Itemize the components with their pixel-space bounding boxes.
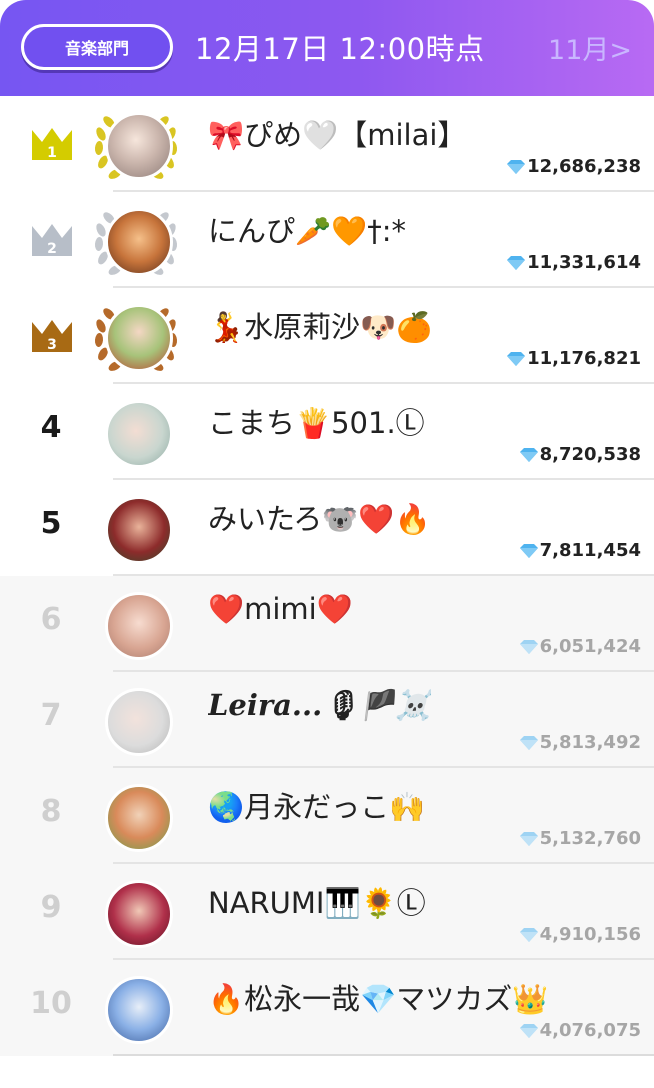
rank-number: 10 xyxy=(30,986,72,1021)
diamond-icon xyxy=(519,831,538,846)
ranking-row[interactable]: 10 🔥松永一哉💎マツカズ👑 4,076,075 xyxy=(0,960,654,1056)
diamond-icon xyxy=(519,447,538,462)
ranking-row[interactable]: 3 💃水原莉沙🐶🍊 11,176,821 xyxy=(0,288,654,384)
ranking-row[interactable]: 4 こまち🍟501.Ⓛ 8,720,538 xyxy=(0,384,654,480)
rank-number: 6 xyxy=(40,602,62,637)
rank-number: 1 xyxy=(47,145,57,161)
rank-number: 2 xyxy=(47,241,57,257)
streamer-name[interactable]: 🌏月永だっこ🙌 xyxy=(208,784,425,826)
ranking-row[interactable]: 1 🎀ぴめ🤍【milai】 12,686,238 xyxy=(0,96,654,192)
ranking-list: 1 🎀ぴめ🤍【milai】 12,686,238 2 にんぴ🥕🧡†:* 11,3… xyxy=(0,96,654,1056)
score-value: 5,813,492 xyxy=(539,732,641,753)
avatar[interactable] xyxy=(91,394,185,480)
avatar-photo xyxy=(105,112,173,180)
ranking-row[interactable]: 9 NARUMI🎹🌻Ⓛ 4,910,156 xyxy=(0,864,654,960)
streamer-name[interactable]: にんぴ🥕🧡†:* xyxy=(208,208,406,250)
streamer-name[interactable]: みいたろ🐨❤️🔥 xyxy=(208,496,431,538)
score-value: 7,811,454 xyxy=(539,540,641,561)
diamond-icon xyxy=(519,639,538,654)
score-value: 12,686,238 xyxy=(527,156,641,177)
diamond-icon xyxy=(507,159,526,174)
avatar-photo xyxy=(105,400,173,468)
rank-number: 3 xyxy=(47,337,57,353)
avatar-photo xyxy=(105,208,173,276)
avatar[interactable] xyxy=(91,778,185,864)
score: 8,720,538 xyxy=(519,444,641,465)
rank-number: 7 xyxy=(40,698,62,733)
score-value: 5,132,760 xyxy=(539,828,641,849)
avatar-photo xyxy=(105,496,173,564)
ranking-row[interactable]: 6 ❤️mimi❤️ 6,051,424 xyxy=(0,576,654,672)
score: 11,176,821 xyxy=(507,348,641,369)
date-title: 12月17日 12:00時点 xyxy=(195,32,485,66)
score-value: 8,720,538 xyxy=(539,444,641,465)
avatar[interactable] xyxy=(91,490,185,576)
avatar-photo xyxy=(105,304,173,372)
avatar[interactable] xyxy=(91,874,185,960)
diamond-icon xyxy=(519,927,538,942)
ranking-row[interactable]: 7 Leira...🎙🏴☠️ 5,813,492 xyxy=(0,672,654,768)
score-value: 11,176,821 xyxy=(527,348,641,369)
avatar-photo xyxy=(105,784,173,852)
silver-crown-icon: 2 xyxy=(32,224,72,257)
avatar-photo xyxy=(105,976,173,1044)
score: 5,813,492 xyxy=(519,732,641,753)
ranking-row[interactable]: 8 🌏月永だっこ🙌 5,132,760 xyxy=(0,768,654,864)
score-value: 11,331,614 xyxy=(527,252,641,273)
streamer-name[interactable]: 🔥松永一哉💎マツカズ👑 xyxy=(208,976,548,1018)
score: 6,051,424 xyxy=(519,636,641,657)
avatar[interactable] xyxy=(91,106,185,192)
ranking-header: 音楽部門 12月17日 12:00時点 11月> xyxy=(0,0,654,96)
streamer-name[interactable]: 🎀ぴめ🤍【milai】 xyxy=(208,112,466,154)
diamond-icon xyxy=(507,351,526,366)
rank-number: 8 xyxy=(40,794,62,829)
score: 5,132,760 xyxy=(519,828,641,849)
score: 7,811,454 xyxy=(519,540,641,561)
score: 4,076,075 xyxy=(519,1020,641,1041)
score: 11,331,614 xyxy=(507,252,641,273)
avatar[interactable] xyxy=(91,586,185,672)
streamer-name[interactable]: 💃水原莉沙🐶🍊 xyxy=(208,304,432,346)
avatar[interactable] xyxy=(91,970,185,1056)
avatar-photo xyxy=(105,592,173,660)
diamond-icon xyxy=(519,735,538,750)
avatar-photo xyxy=(105,688,173,756)
bronze-crown-icon: 3 xyxy=(32,320,72,353)
streamer-name[interactable]: ❤️mimi❤️ xyxy=(208,592,353,627)
previous-month-link[interactable]: 11月> xyxy=(548,28,632,67)
score-value: 6,051,424 xyxy=(539,636,641,657)
streamer-name[interactable]: Leira...🎙🏴☠️ xyxy=(208,688,431,723)
score-value: 4,076,075 xyxy=(539,1020,641,1041)
avatar-photo xyxy=(105,880,173,948)
streamer-name[interactable]: NARUMI🎹🌻Ⓛ xyxy=(208,880,426,922)
ranking-row[interactable]: 5 みいたろ🐨❤️🔥 7,811,454 xyxy=(0,480,654,576)
diamond-icon xyxy=(507,255,526,270)
score-value: 4,910,156 xyxy=(539,924,641,945)
rank-number: 5 xyxy=(40,506,62,541)
ranking-row[interactable]: 2 にんぴ🥕🧡†:* 11,331,614 xyxy=(0,192,654,288)
rank-number: 4 xyxy=(40,410,62,445)
avatar[interactable] xyxy=(91,682,185,768)
category-button[interactable]: 音楽部門 xyxy=(21,24,173,70)
score: 12,686,238 xyxy=(507,156,641,177)
avatar[interactable] xyxy=(91,298,185,384)
diamond-icon xyxy=(519,1023,538,1038)
avatar[interactable] xyxy=(91,202,185,288)
ranking-card: 音楽部門 12月17日 12:00時点 11月> 1 🎀ぴめ🤍【milai】 1… xyxy=(0,0,654,1088)
diamond-icon xyxy=(519,543,538,558)
gold-crown-icon: 1 xyxy=(32,128,72,161)
streamer-name[interactable]: こまち🍟501.Ⓛ xyxy=(208,400,425,442)
rank-number: 9 xyxy=(40,890,62,925)
score: 4,910,156 xyxy=(519,924,641,945)
